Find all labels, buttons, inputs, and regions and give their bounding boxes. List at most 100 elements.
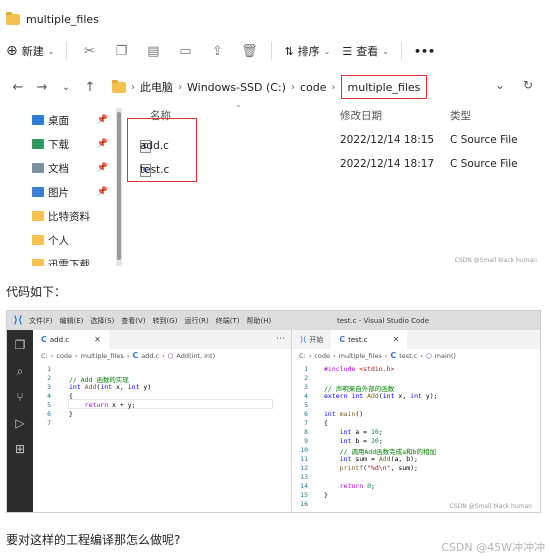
download-icon (32, 139, 44, 149)
extensions-icon[interactable]: ⊞ (13, 442, 27, 456)
run-debug-icon[interactable]: ▷ (13, 416, 27, 430)
line-number: 4 (304, 392, 308, 400)
code-line: #include <stdio.h> (324, 365, 395, 373)
file-type: C Source File (450, 134, 518, 146)
breadcrumb-item[interactable]: code (314, 352, 330, 360)
breadcrumb-item[interactable]: add.c (141, 352, 159, 360)
breadcrumb-item[interactable]: multiple_files (339, 352, 382, 360)
code-line: { (69, 392, 73, 400)
menu-item[interactable]: 转到(G) (153, 316, 178, 326)
code-line: int a = 10; (339, 428, 383, 436)
screenshot-watermark: CSDN @Small black human (449, 503, 532, 510)
explorer-files-icon[interactable]: ❐ (13, 338, 27, 352)
left-editor-tabs: C add.c ✕ ⋯ (33, 330, 291, 349)
c-language-icon: C (390, 351, 397, 360)
breadcrumb[interactable]: › 此电脑 › Windows-SSD (C:) › code › multip… (112, 74, 545, 100)
sidebar-item-folder[interactable]: 个人 (0, 228, 118, 252)
source-control-icon[interactable]: ⑂ (13, 390, 27, 404)
chevron-down-icon[interactable]: ⌄ (495, 78, 505, 92)
sidebar-item-folder[interactable]: 迅雷下载 (0, 252, 118, 266)
code-line: int Add(int x, int y) (69, 383, 152, 391)
sort-button[interactable]: ⇅ 排序 ⌄ (278, 38, 336, 64)
menu-item[interactable]: 终端(T) (216, 316, 240, 326)
menu-item[interactable]: 选择(S) (90, 316, 114, 326)
tab-test-c[interactable]: C test.c ✕ (331, 330, 408, 349)
vscode-logo-icon: ⟩⟨ (300, 335, 307, 344)
line-number: 15 (300, 491, 308, 499)
chevron-right-icon: › (331, 81, 336, 93)
scrollbar-thumb[interactable] (117, 112, 121, 260)
more-options-button[interactable]: ••• (408, 38, 441, 64)
chevron-right-icon: › (131, 81, 135, 93)
sidebar-item-downloads[interactable]: 下载 📌 (0, 132, 118, 156)
chevron-right-icon: › (126, 351, 130, 360)
breadcrumb-item[interactable]: main() (435, 352, 456, 360)
vscode-screenshot: ⟩⟨ 文件(F) 编辑(E) 选择(S) 查看(V) 转到(G) 运行(R) 终… (6, 310, 541, 513)
copy-icon[interactable]: ❐ (105, 44, 137, 59)
pin-icon: 📌 (96, 187, 108, 197)
menu-item[interactable]: 编辑(E) (60, 316, 84, 326)
close-icon[interactable]: ✕ (94, 335, 101, 344)
tab-start[interactable]: ⟩⟨ 开始 (292, 330, 331, 349)
breadcrumb-item[interactable]: code (56, 352, 72, 360)
share-icon[interactable]: ⇪ (201, 44, 233, 59)
sidebar-item-documents[interactable]: 文档 📌 (0, 156, 118, 180)
paste-icon[interactable]: ▤ (137, 44, 169, 59)
code-line: { (324, 419, 328, 427)
line-number: 3 (304, 383, 308, 391)
address-bar-actions: ⌄ ↻ (495, 78, 533, 92)
pin-icon: 📌 (96, 115, 108, 125)
line-number: 4 (47, 392, 51, 400)
breadcrumb-item[interactable]: Add(int, int) (176, 352, 215, 360)
up-arrow-icon[interactable]: ↑ (78, 80, 102, 95)
explorer-window-title: multiple_files (26, 12, 99, 26)
refresh-icon[interactable]: ↻ (523, 78, 533, 92)
cut-icon[interactable]: ✂ (73, 44, 105, 59)
close-icon[interactable]: ✕ (393, 335, 400, 344)
breadcrumb-item[interactable]: multiple_files (81, 352, 124, 360)
column-header-type[interactable]: 类型 (450, 108, 471, 123)
rename-icon[interactable]: ▭ (169, 44, 201, 59)
chevron-right-icon: › (50, 351, 54, 360)
breadcrumb-item[interactable]: test.c (399, 352, 417, 360)
breadcrumb-item[interactable]: Windows-SSD (C:) (187, 81, 286, 94)
sidebar-item-pictures[interactable]: 图片 📌 (0, 180, 118, 204)
line-number: 2 (47, 374, 51, 382)
column-header-modified[interactable]: 修改日期 (340, 108, 382, 123)
c-language-icon: C (41, 335, 47, 344)
breadcrumb-item[interactable]: 此电脑 (140, 79, 173, 95)
breadcrumb-item[interactable]: C: (299, 352, 306, 360)
breadcrumb-item[interactable]: C: (41, 352, 48, 360)
menu-item[interactable]: 查看(V) (121, 316, 145, 326)
sidebar-item-folder[interactable]: 比特资料 (0, 204, 118, 228)
toolbar-divider (400, 42, 402, 60)
more-actions-icon[interactable]: ⋯ (276, 334, 285, 344)
delete-icon[interactable]: 🗑 (233, 44, 265, 59)
left-code-editor[interactable]: 1 2 3 4 5 6 7 // Add 函数的实现 int Add(int x… (33, 365, 291, 445)
tab-add-c[interactable]: C add.c ✕ (33, 330, 109, 349)
menu-item[interactable]: 文件(F) (29, 316, 53, 326)
explorer-toolbar: ⊕ 新建 ⌄ ✂ ❐ ▤ ▭ ⇪ 🗑 ⇅ 排序 ⌄ ☰ 查看 ⌄ ••• (0, 36, 551, 66)
menu-item[interactable]: 帮助(H) (247, 316, 272, 326)
breadcrumb-item[interactable]: code (300, 81, 327, 94)
menu-item[interactable]: 运行(R) (184, 316, 208, 326)
right-code-editor[interactable]: 1 2 3 4 5 6 7 8 9 10 11 12 13 14 15 16 #… (292, 365, 540, 511)
recent-locations-icon[interactable]: ⌄ (54, 82, 78, 93)
view-button[interactable]: ☰ 查看 ⌄ (336, 38, 395, 64)
forward-arrow-icon[interactable]: → (30, 80, 54, 95)
line-number: 7 (47, 419, 51, 427)
breadcrumb-current[interactable]: multiple_files (340, 75, 428, 99)
picture-icon (32, 187, 44, 197)
chevron-right-icon: › (420, 351, 423, 360)
screenshot-watermark: CSDN @Small black human (454, 257, 537, 264)
vscode-title-bar: ⟩⟨ 文件(F) 编辑(E) 选择(S) 查看(V) 转到(G) 运行(R) 终… (7, 311, 540, 330)
sidebar-item-desktop[interactable]: 桌面 📌 (0, 108, 118, 132)
line-number: 7 (304, 419, 308, 427)
search-icon[interactable]: ⌕ (13, 364, 27, 378)
back-arrow-icon[interactable]: ← (6, 80, 30, 95)
file-modified: 2022/12/14 18:17 (340, 158, 435, 170)
folder-icon (32, 211, 44, 221)
plus-circle-icon: ⊕ (6, 43, 18, 59)
code-line: printf("%d\n", sum); (339, 464, 418, 472)
new-button[interactable]: ⊕ 新建 ⌄ (0, 38, 60, 64)
